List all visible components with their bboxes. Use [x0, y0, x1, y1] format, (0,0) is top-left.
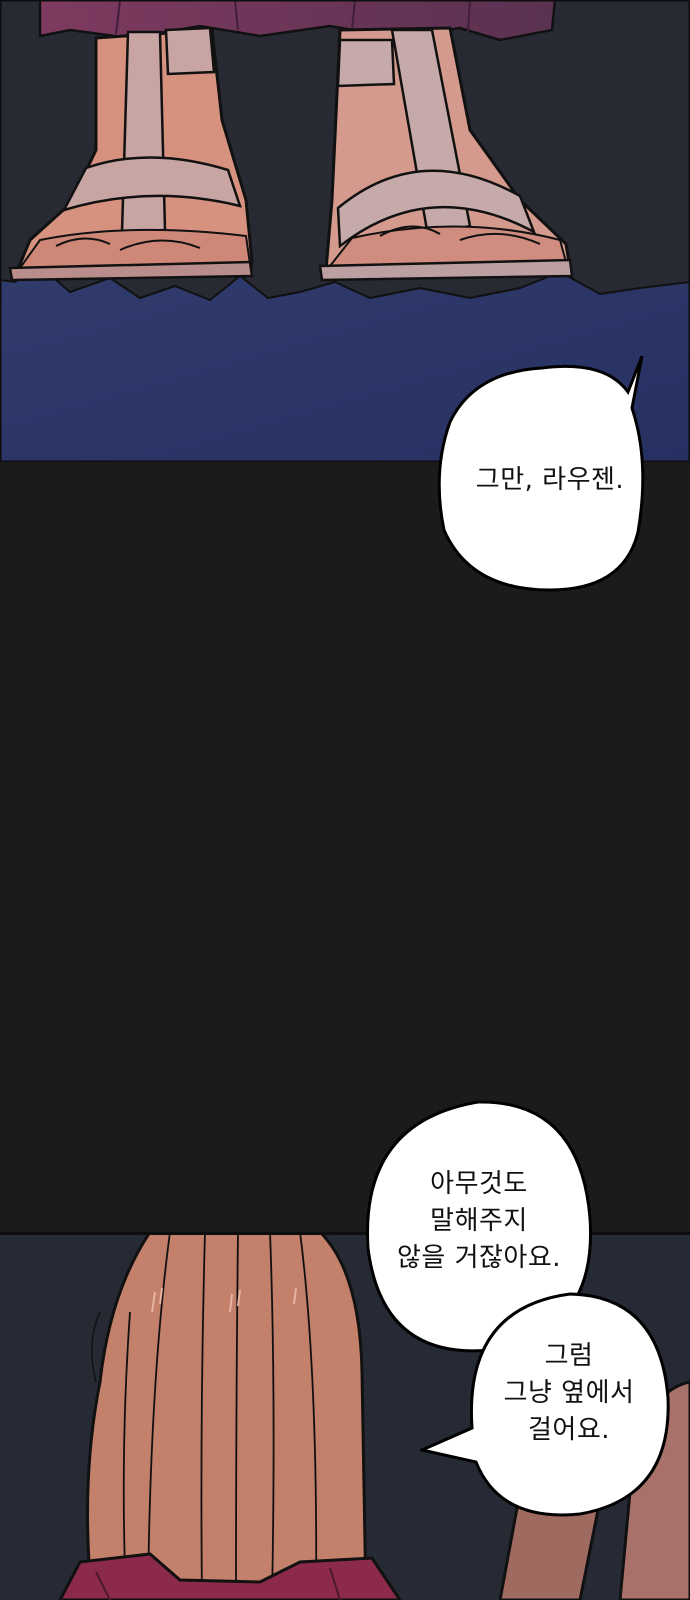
speech-bubble-3: 그럼 그냥 옆에서 걸어요.: [420, 1288, 678, 1524]
bubble-3-line-3: 걸어요.: [527, 1415, 611, 1445]
bubble-2-line-2: 말해주지: [430, 1206, 528, 1236]
bubble-2-line-3: 않을 거잖아요.: [396, 1243, 562, 1273]
bubble-2-line-1: 아무것도: [430, 1169, 528, 1199]
bubble-3-line-2: 그냥 옆에서: [503, 1378, 635, 1408]
speech-bubble-1: 그만, 라우젠.: [430, 352, 670, 604]
comic-page: 그만, 라우젠. 아무것도 말해주지 않을 거잖아요. 그럼 그냥 옆에서 걸어…: [0, 0, 690, 1600]
long-hair: [86, 1232, 368, 1600]
bubble-3-line-1: 그럼: [544, 1341, 594, 1371]
bubble-1-line-1: 그만, 라우젠.: [475, 465, 625, 495]
